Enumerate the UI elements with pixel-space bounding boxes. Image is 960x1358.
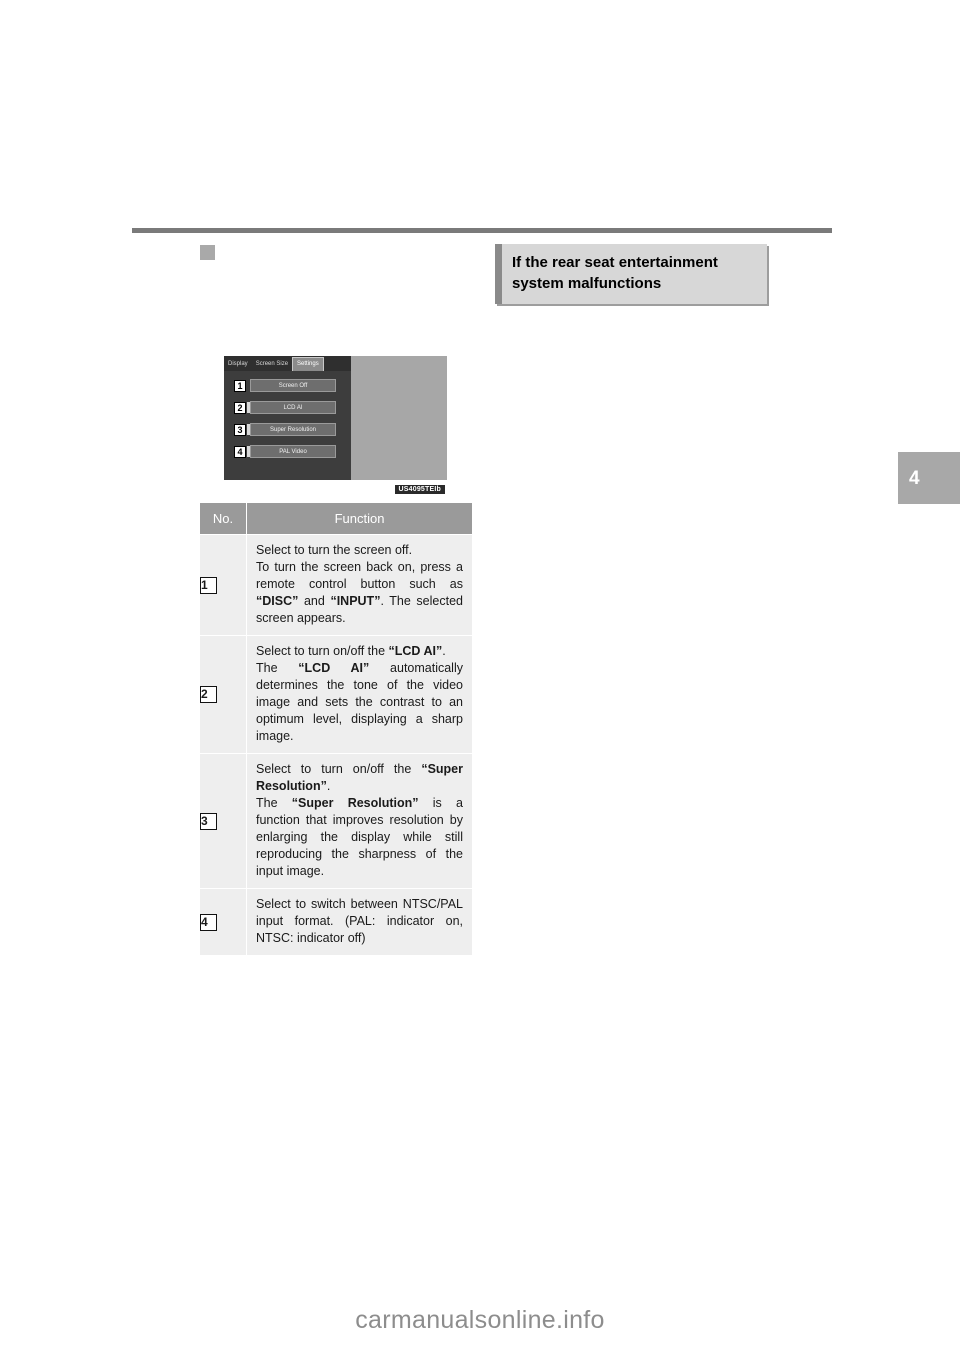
body-text: The xyxy=(256,661,299,675)
table-row-function-cell: Select to turn the screen off. To turn th… xyxy=(246,534,472,636)
row-number-badge: 1 xyxy=(200,576,217,594)
section-heading-line-2: system malfunctions xyxy=(512,275,662,292)
table-header-row: No. Function xyxy=(200,503,472,535)
table-row: 3 Select to turn on/off the “Super Resolu… xyxy=(200,753,472,889)
body-text: and xyxy=(298,594,331,608)
device-button-screen-off[interactable]: Screen Off xyxy=(250,379,336,392)
table-row-function-cell: Select to switch between NTSC/PAL input … xyxy=(246,888,472,955)
device-button-row: 1 Screen Off xyxy=(234,378,336,393)
table-row-function-cell: Select to turn on/off the “LCD AI”. The “… xyxy=(246,635,472,754)
device-screen: Display Screen Size Settings 1 Screen Off 2 L… xyxy=(224,356,447,480)
emphasis-text: “LCD AI” xyxy=(388,644,443,658)
body-text: Select to switch between NTSC/PAL input … xyxy=(256,897,463,945)
body-text: . xyxy=(326,779,331,793)
emphasis-text: “LCD AI” xyxy=(298,661,370,675)
page-top-rule xyxy=(132,228,832,233)
device-button-row: 2 LCD AI xyxy=(234,400,336,415)
body-text: Select to turn on/off the xyxy=(256,644,389,658)
table-row-number-cell: 2 xyxy=(200,635,247,754)
table-row: 2 Select to turn on/off the “LCD AI”. The … xyxy=(200,635,472,754)
section-heading-line-1: If the rear seat entertainment xyxy=(512,254,718,271)
body-text: The xyxy=(256,796,292,810)
site-watermark: carmanualsonline.info xyxy=(355,1306,605,1334)
device-screenshot-figure: Display Screen Size Settings 1 Screen Off 2 L… xyxy=(224,356,447,494)
device-tab-screen-size[interactable]: Screen Size xyxy=(252,358,292,370)
table-row-number-cell: 4 xyxy=(200,888,247,955)
square-bullet-icon xyxy=(200,245,215,260)
chapter-tab: 4 xyxy=(898,452,960,504)
device-tab-settings[interactable]: Settings xyxy=(292,357,324,371)
body-text: . xyxy=(442,644,446,658)
device-left-panel xyxy=(224,356,351,480)
table-row-number-cell: 3 xyxy=(200,753,247,889)
emphasis-text: “INPUT” xyxy=(330,594,381,608)
table-row-number-cell: 1 xyxy=(200,534,247,636)
row-number-badge: 3 xyxy=(200,812,217,830)
table-row: 4 Select to switch between NTSC/PAL input… xyxy=(200,888,472,955)
chapter-tab-number: 4 xyxy=(909,467,920,489)
body-text: Select to turn the screen off. xyxy=(256,543,413,557)
emphasis-text: “Super Resolution” xyxy=(291,796,419,810)
body-text: To turn the screen back on, press a remo… xyxy=(256,560,463,591)
table-row: 1 Select to turn the screen off. To turn t… xyxy=(200,534,472,636)
body-text: Select to turn on/off the xyxy=(256,762,422,776)
callout-number-1: 1 xyxy=(234,379,246,392)
callout-number-4: 4 xyxy=(234,445,246,458)
device-tab-display[interactable]: Display xyxy=(224,358,252,370)
callout-number-2: 2 xyxy=(234,401,246,414)
callout-number-3: 3 xyxy=(234,423,246,436)
device-button-pal-video[interactable]: PAL Video xyxy=(250,445,336,458)
device-button-super-resolution[interactable]: Super Resolution xyxy=(250,423,336,436)
row-number-badge: 2 xyxy=(200,686,217,703)
device-button-lcd-ai[interactable]: LCD AI xyxy=(250,401,336,414)
function-table: No. Function 1 Select to turn the screen … xyxy=(200,503,472,955)
emphasis-text: “DISC” xyxy=(256,594,299,608)
figure-code-label: US4095TEIb xyxy=(394,485,445,494)
table-row-function-cell: Select to turn on/off the “Super Resolut… xyxy=(246,753,472,889)
manual-page: 4 Display Screen Size Settings 1 Screen Off… xyxy=(0,0,960,1358)
row-number-badge: 4 xyxy=(200,913,217,931)
device-button-row: 3 Super Resolution xyxy=(234,422,336,437)
table-header-no: No. xyxy=(200,503,247,535)
table-header-function: Function xyxy=(246,503,472,535)
section-heading-box: If the rear seat entertainment system ma… xyxy=(495,244,767,304)
device-tab-bar: Display Screen Size Settings xyxy=(224,356,351,371)
device-button-row: 4 PAL Video xyxy=(234,444,336,459)
